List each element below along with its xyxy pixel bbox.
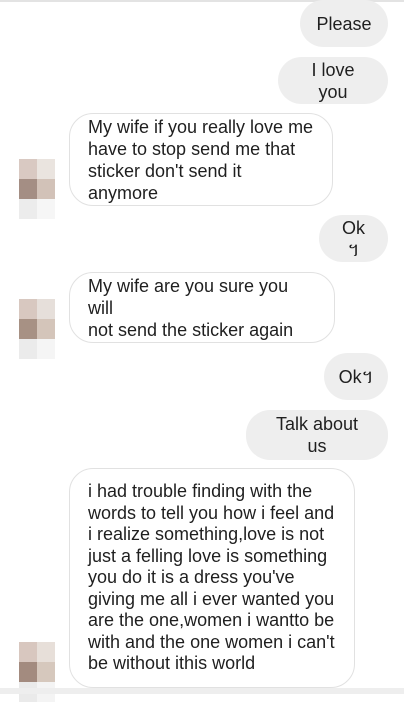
- message-text: I love you: [311, 59, 355, 102]
- message-bubble-received[interactable]: My wife if you really love me have to st…: [69, 113, 333, 206]
- message-text: My wife if you really love me have to st…: [88, 116, 314, 203]
- message-text: i had trouble finding with the words to …: [88, 481, 335, 674]
- contact-avatar-icon[interactable]: [19, 299, 55, 359]
- message-text: My wife are you sure you will not send t…: [88, 275, 294, 340]
- message-bubble-sent[interactable]: Ok។: [324, 353, 388, 400]
- message-bubble-sent[interactable]: Please: [300, 0, 388, 47]
- chat-screen: { "messages": [ { "id": 1, "side": "sent…: [0, 0, 404, 702]
- message-text: Ok។: [338, 366, 374, 387]
- message-bubble-received[interactable]: My wife are you sure you will not send t…: [69, 272, 335, 343]
- message-text: Talk about us: [275, 414, 359, 456]
- bottom-divider: [0, 688, 404, 694]
- message-bubble-sent[interactable]: I love you: [278, 57, 388, 104]
- message-bubble-sent[interactable]: Ok ។: [319, 215, 388, 262]
- message-text: Please: [316, 13, 372, 34]
- message-bubble-sent[interactable]: Talk about us: [246, 410, 388, 460]
- contact-avatar-icon[interactable]: [19, 159, 55, 219]
- message-text: Ok ។: [341, 217, 365, 260]
- message-bubble-received[interactable]: i had trouble finding with the words to …: [69, 468, 355, 688]
